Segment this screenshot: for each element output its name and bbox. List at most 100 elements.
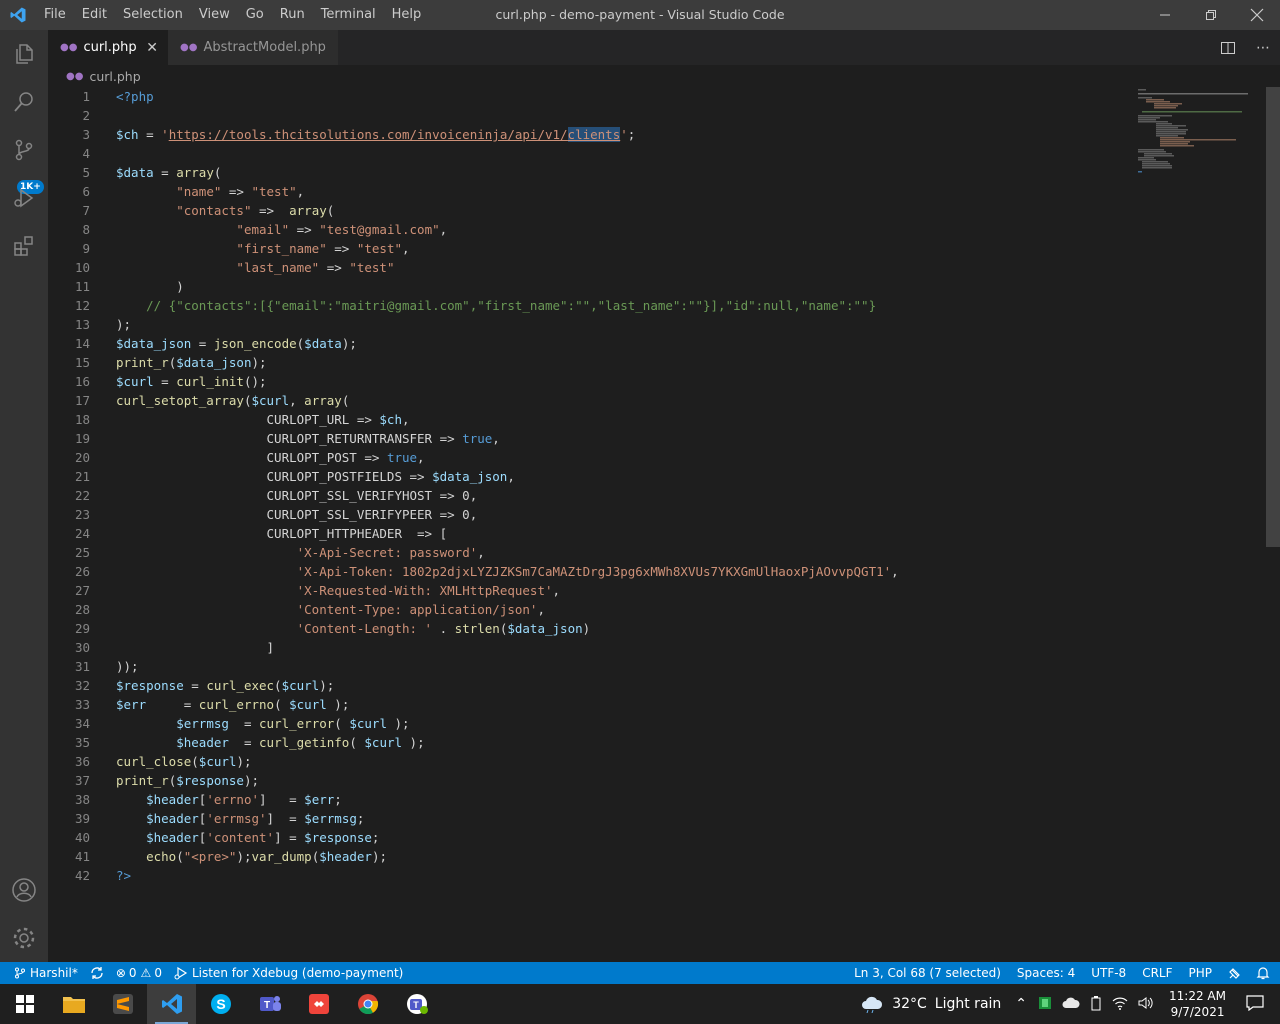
menu-go[interactable]: Go (238, 0, 272, 30)
teams-personal-icon[interactable]: T (392, 984, 441, 1024)
code-line[interactable]: <?php (116, 87, 1150, 106)
manage-gear-icon[interactable] (0, 914, 48, 962)
notifications-button[interactable] (1250, 962, 1280, 984)
code-line[interactable]: 'Content-Type: application/json', (116, 600, 1150, 619)
more-actions-icon[interactable]: ⋯ (1256, 40, 1270, 56)
code-line[interactable]: ) (116, 277, 1150, 296)
restore-button[interactable] (1188, 0, 1234, 30)
code-line[interactable]: print_r($response); (116, 771, 1150, 790)
code-line[interactable]: $curl = curl_init(); (116, 372, 1150, 391)
menu-help[interactable]: Help (384, 0, 430, 30)
start-icon[interactable] (0, 984, 49, 1024)
close-tab-icon[interactable]: ✕ (146, 40, 158, 56)
vscode-taskbar-icon[interactable] (147, 984, 196, 1024)
accounts-icon[interactable] (0, 866, 48, 914)
sync-button[interactable] (84, 962, 110, 984)
skype-icon[interactable]: S (196, 984, 245, 1024)
menu-file[interactable]: File (36, 0, 74, 30)
code-line[interactable]: ); (116, 315, 1150, 334)
extensions-icon[interactable] (0, 222, 48, 270)
code-line[interactable]: print_r($data_json); (116, 353, 1150, 372)
tab-curl-php[interactable]: ●● curl.php ✕ (48, 30, 168, 65)
code-line[interactable]: 'X-Requested-With: XMLHttpRequest', (116, 581, 1150, 600)
sublime-text-icon[interactable] (98, 984, 147, 1024)
code-line[interactable]: 'X-Api-Secret: password', (116, 543, 1150, 562)
code-line[interactable]: $data_json = json_encode($data); (116, 334, 1150, 353)
code-line[interactable]: 'Content-Length: ' . strlen($data_json) (116, 619, 1150, 638)
eol-status[interactable]: CRLF (1134, 962, 1180, 984)
code-line[interactable]: ] (116, 638, 1150, 657)
minimap[interactable] (1136, 87, 1266, 177)
code-line[interactable]: "first_name" => "test", (116, 239, 1150, 258)
code-line[interactable]: // {"contacts":[{"email":"maitri@gmail.c… (116, 296, 1150, 315)
explorer-icon[interactable] (0, 30, 48, 78)
indentation-status[interactable]: Spaces: 4 (1009, 962, 1083, 984)
vertical-scrollbar[interactable] (1266, 87, 1280, 962)
code-line[interactable]: "contacts" => array( (116, 201, 1150, 220)
cursor-position[interactable]: Ln 3, Col 68 (7 selected) (846, 962, 1009, 984)
code-line[interactable]: )); (116, 657, 1150, 676)
anydesk-icon[interactable] (294, 984, 343, 1024)
code-line[interactable]: 'X-Api-Token: 1802p2djxLYZJZKSm7CaMAZtDr… (116, 562, 1150, 581)
code-line[interactable]: curl_setopt_array($curl, array( (116, 391, 1150, 410)
code-line[interactable]: $errmsg = curl_error( $curl ); (116, 714, 1150, 733)
search-icon[interactable] (0, 78, 48, 126)
feedback-button[interactable] (1220, 962, 1250, 984)
weather-widget[interactable]: 32°C Light rain (852, 995, 1009, 1013)
code-line[interactable]: $header['content'] = $response; (116, 828, 1150, 847)
problems-status[interactable]: ⊗ 0 ⚠ 0 (110, 962, 168, 984)
notification-center-icon[interactable] (1236, 994, 1280, 1014)
battery-icon[interactable] (1085, 995, 1107, 1014)
wifi-icon[interactable] (1107, 996, 1133, 1013)
code-line[interactable]: $header = curl_getinfo( $curl ); (116, 733, 1150, 752)
onedrive-icon[interactable] (1057, 997, 1085, 1012)
teams-icon[interactable]: T (245, 984, 294, 1024)
branch-status[interactable]: Harshil* (0, 962, 84, 984)
code-line[interactable]: curl_close($curl); (116, 752, 1150, 771)
scrollbar-thumb[interactable] (1266, 87, 1280, 547)
menu-view[interactable]: View (191, 0, 238, 30)
code-line[interactable] (116, 106, 1150, 125)
code-line[interactable]: "last_name" => "test" (116, 258, 1150, 277)
menu-selection[interactable]: Selection (115, 0, 191, 30)
file-explorer-icon[interactable] (49, 984, 98, 1024)
code-line[interactable]: CURLOPT_URL => $ch, (116, 410, 1150, 429)
minimize-button[interactable] (1142, 0, 1188, 30)
split-editor-icon[interactable] (1220, 40, 1236, 56)
code-line[interactable]: CURLOPT_SSL_VERIFYHOST => 0, (116, 486, 1150, 505)
code-area[interactable]: <?php $ch = 'https://tools.thcitsolution… (116, 87, 1150, 885)
menu-run[interactable]: Run (272, 0, 313, 30)
code-line[interactable]: CURLOPT_SSL_VERIFYPEER => 0, (116, 505, 1150, 524)
code-line[interactable]: CURLOPT_HTTPHEADER => [ (116, 524, 1150, 543)
code-line[interactable]: CURLOPT_POST => true, (116, 448, 1150, 467)
code-line[interactable]: $response = curl_exec($curl); (116, 676, 1150, 695)
tray-app-icon[interactable] (1033, 996, 1057, 1013)
clock[interactable]: 11:22 AM 9/7/2021 (1159, 988, 1236, 1020)
code-line[interactable]: $header['errmsg'] = $errmsg; (116, 809, 1150, 828)
code-line[interactable]: CURLOPT_POSTFIELDS => $data_json, (116, 467, 1150, 486)
source-control-icon[interactable] (0, 126, 48, 174)
code-line[interactable]: $ch = 'https://tools.thcitsolutions.com/… (116, 125, 1150, 144)
code-line[interactable]: "email" => "test@gmail.com", (116, 220, 1150, 239)
volume-icon[interactable] (1133, 996, 1159, 1013)
code-line[interactable]: ?> (116, 866, 1150, 885)
code-editor[interactable]: 1 2 3 4 5 6 7 8 9 10 11 12 13 14 15 16 17 18 19 20 21 22 23 24 2… (48, 87, 1280, 962)
run-debug-icon[interactable] (0, 174, 48, 222)
tab-abstractmodel-php[interactable]: ●● AbstractModel.php (168, 30, 338, 65)
encoding-status[interactable]: UTF-8 (1083, 962, 1134, 984)
code-line[interactable]: $err = curl_errno( $curl ); (116, 695, 1150, 714)
code-line[interactable] (116, 144, 1150, 163)
menu-edit[interactable]: Edit (74, 0, 115, 30)
close-window-button[interactable] (1234, 0, 1280, 30)
chevron-up-icon[interactable]: ⌃ (1009, 996, 1033, 1012)
code-line[interactable]: $data = array( (116, 163, 1150, 182)
breadcrumb-file[interactable]: curl.php (89, 69, 140, 84)
language-mode[interactable]: PHP (1181, 962, 1221, 984)
code-line[interactable]: CURLOPT_RETURNTRANSFER => true, (116, 429, 1150, 448)
code-line[interactable]: $header['errno'] = $err; (116, 790, 1150, 809)
code-line[interactable]: echo("<pre>");var_dump($header); (116, 847, 1150, 866)
chrome-icon[interactable] (343, 984, 392, 1024)
code-line[interactable]: "name" => "test", (116, 182, 1150, 201)
menu-terminal[interactable]: Terminal (313, 0, 384, 30)
debug-launch-status[interactable]: Listen for Xdebug (demo-payment) (168, 962, 409, 984)
